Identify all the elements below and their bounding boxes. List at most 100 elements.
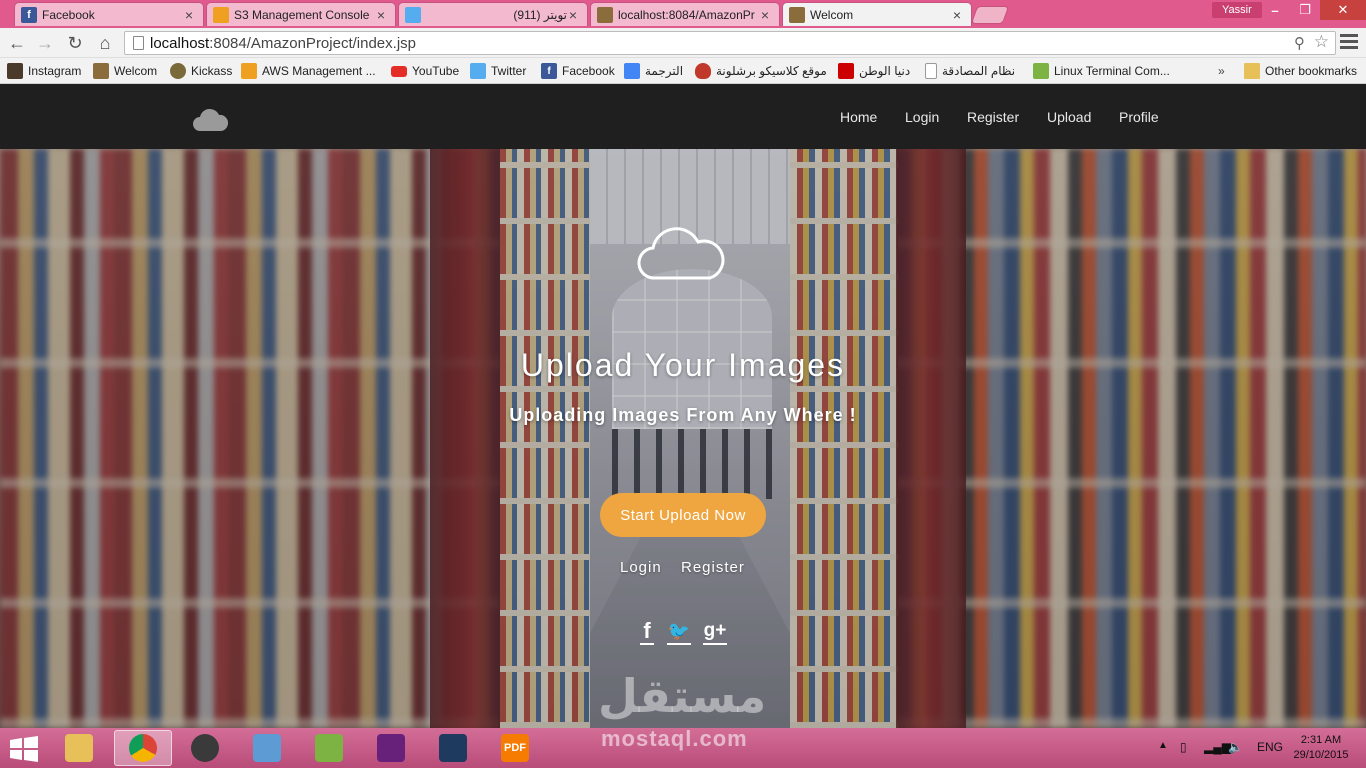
tab-title: Facebook: [42, 7, 95, 22]
twitter-icon[interactable]: 🐦: [667, 619, 691, 645]
signal-icon[interactable]: ▂▄▆: [1204, 740, 1231, 754]
web-page: Home Login Register Upload Profile Uploa…: [0, 84, 1366, 728]
taskbar-pdf[interactable]: PDF: [486, 730, 544, 766]
url-text[interactable]: localhost:8084/AmazonProject/index.jsp: [150, 35, 416, 52]
reload-icon[interactable]: ↻: [64, 32, 86, 54]
address-bar[interactable]: localhost:8084/AmazonProject/index.jsp ⚲…: [124, 31, 1336, 55]
folder-icon: [1244, 63, 1260, 79]
hero-register-link[interactable]: Register: [681, 559, 745, 576]
visual-studio-icon: [377, 734, 405, 762]
tab-s3-console[interactable]: S3 Management Console ×: [206, 2, 396, 26]
facebook-icon[interactable]: f: [640, 618, 654, 645]
bookmark-translate[interactable]: الترجمة: [624, 62, 683, 80]
close-icon[interactable]: ×: [375, 7, 387, 23]
tab-title: localhost:8084/AmazonPr: [618, 7, 755, 22]
cloud-icon: [637, 227, 725, 280]
bookmarks-overflow-button[interactable]: »: [1218, 64, 1225, 78]
tab-facebook[interactable]: f Facebook ×: [14, 2, 204, 26]
taskbar-app-notes[interactable]: [300, 730, 358, 766]
bookmark-linux-terminal[interactable]: Linux Terminal Com...: [1033, 62, 1170, 80]
tab-twitter[interactable]: (911) تويتر ×: [398, 2, 588, 26]
star-icon[interactable]: ☆: [1314, 32, 1329, 52]
browser-toolbar: ← → ↻ ⌂ localhost:8084/AmazonProject/ind…: [0, 28, 1366, 58]
site-navbar: Home Login Register Upload Profile: [0, 84, 1366, 149]
taskbar-chrome[interactable]: [114, 730, 172, 766]
nav-login[interactable]: Login: [905, 109, 939, 125]
other-bookmarks[interactable]: Other bookmarks: [1244, 62, 1357, 80]
image-icon: [597, 6, 613, 23]
bookmark-aws[interactable]: AWS Management ...: [241, 62, 376, 80]
nav-home[interactable]: Home: [840, 109, 877, 125]
twitter-icon: [470, 63, 486, 79]
aws-icon: [241, 63, 257, 79]
nav-profile[interactable]: Profile: [1119, 109, 1159, 125]
bookmark-barca[interactable]: موقع كلاسيكو برشلونة: [695, 62, 827, 80]
close-icon[interactable]: ×: [183, 7, 195, 23]
new-tab-button[interactable]: [970, 6, 1010, 24]
windows-start-icon[interactable]: [8, 736, 40, 762]
facebook-icon: f: [541, 63, 557, 79]
tab-title: S3 Management Console: [234, 7, 370, 22]
notepad-icon: [315, 734, 343, 762]
close-icon[interactable]: ×: [567, 7, 579, 23]
system-clock[interactable]: 2:31 AM 29/10/2015: [1288, 733, 1354, 763]
bookmark-instagram[interactable]: Instagram: [7, 62, 81, 80]
menu-icon[interactable]: [1340, 34, 1358, 52]
start-upload-button[interactable]: Start Upload Now: [600, 493, 766, 537]
bookmark-kickass[interactable]: Kickass: [170, 62, 232, 80]
watermark-english: mostaql.com: [601, 726, 748, 751]
bookmark-auth[interactable]: نظام المصادقة: [925, 62, 1015, 80]
youtube-icon: [391, 65, 407, 77]
hero-subtitle: Uploading Images From Any Where !: [509, 405, 857, 425]
forward-arrow-icon[interactable]: →: [34, 32, 56, 54]
search-icon[interactable]: ⚲: [1294, 34, 1305, 52]
hero-section: Upload Your Images Uploading Images From…: [0, 149, 1366, 728]
facebook-icon: f: [21, 6, 37, 23]
back-arrow-icon[interactable]: ←: [6, 32, 28, 54]
pdf-icon: PDF: [501, 734, 529, 762]
home-icon[interactable]: ⌂: [94, 32, 116, 54]
bookmark-facebook[interactable]: f Facebook: [541, 62, 615, 80]
profile-name[interactable]: Yassir: [1212, 2, 1262, 18]
cube-icon: [253, 734, 281, 762]
close-icon[interactable]: ×: [759, 7, 771, 23]
tab-title: (911) تويتر: [513, 7, 567, 22]
google-plus-icon[interactable]: g+: [703, 619, 727, 645]
close-icon[interactable]: ×: [951, 7, 963, 23]
minimize-icon[interactable]: –: [1260, 0, 1290, 20]
folder-icon: [65, 734, 93, 762]
tab-welcom[interactable]: Welcom ×: [782, 2, 972, 26]
bookmarks-bar: Instagram Welcom Kickass AWS Management …: [0, 58, 1366, 84]
image-icon: [789, 6, 805, 23]
terminal-icon: [1033, 63, 1049, 79]
news-icon: [838, 63, 854, 79]
bookmark-news[interactable]: دنيا الوطن: [838, 62, 910, 80]
translate-icon: [624, 63, 640, 79]
taskbar-file-explorer[interactable]: [50, 730, 108, 766]
hero-login-link[interactable]: Login: [620, 559, 662, 576]
instagram-icon: [7, 63, 23, 79]
hero-title: Upload Your Images: [520, 347, 846, 383]
restore-icon[interactable]: ❐: [1290, 0, 1320, 20]
nav-upload[interactable]: Upload: [1047, 109, 1091, 125]
bookmark-twitter[interactable]: Twitter: [470, 62, 526, 80]
cloud-logo-icon[interactable]: [192, 107, 228, 133]
close-window-icon[interactable]: ✕: [1320, 0, 1366, 20]
taskbar-visual-studio[interactable]: [362, 730, 420, 766]
twitter-icon: [405, 6, 421, 23]
bookmark-welcom[interactable]: Welcom: [93, 62, 157, 80]
bookmark-youtube[interactable]: YouTube: [391, 62, 459, 80]
language-indicator[interactable]: ENG: [1257, 740, 1283, 754]
image-icon: [93, 63, 109, 79]
taskbar-app-eye[interactable]: [176, 730, 234, 766]
clock-time: 2:31 AM: [1300, 734, 1342, 746]
volume-icon[interactable]: 🔈: [1228, 740, 1243, 754]
page-icon: [133, 36, 144, 50]
taskbar-app-cube[interactable]: [238, 730, 296, 766]
power-icon[interactable]: ▯: [1180, 740, 1187, 754]
tab-localhost[interactable]: localhost:8084/AmazonPr ×: [590, 2, 780, 26]
barca-icon: [695, 63, 711, 79]
taskbar-mysql[interactable]: [424, 730, 482, 766]
tray-expand-icon[interactable]: ▲: [1158, 740, 1168, 751]
nav-register[interactable]: Register: [967, 109, 1019, 125]
